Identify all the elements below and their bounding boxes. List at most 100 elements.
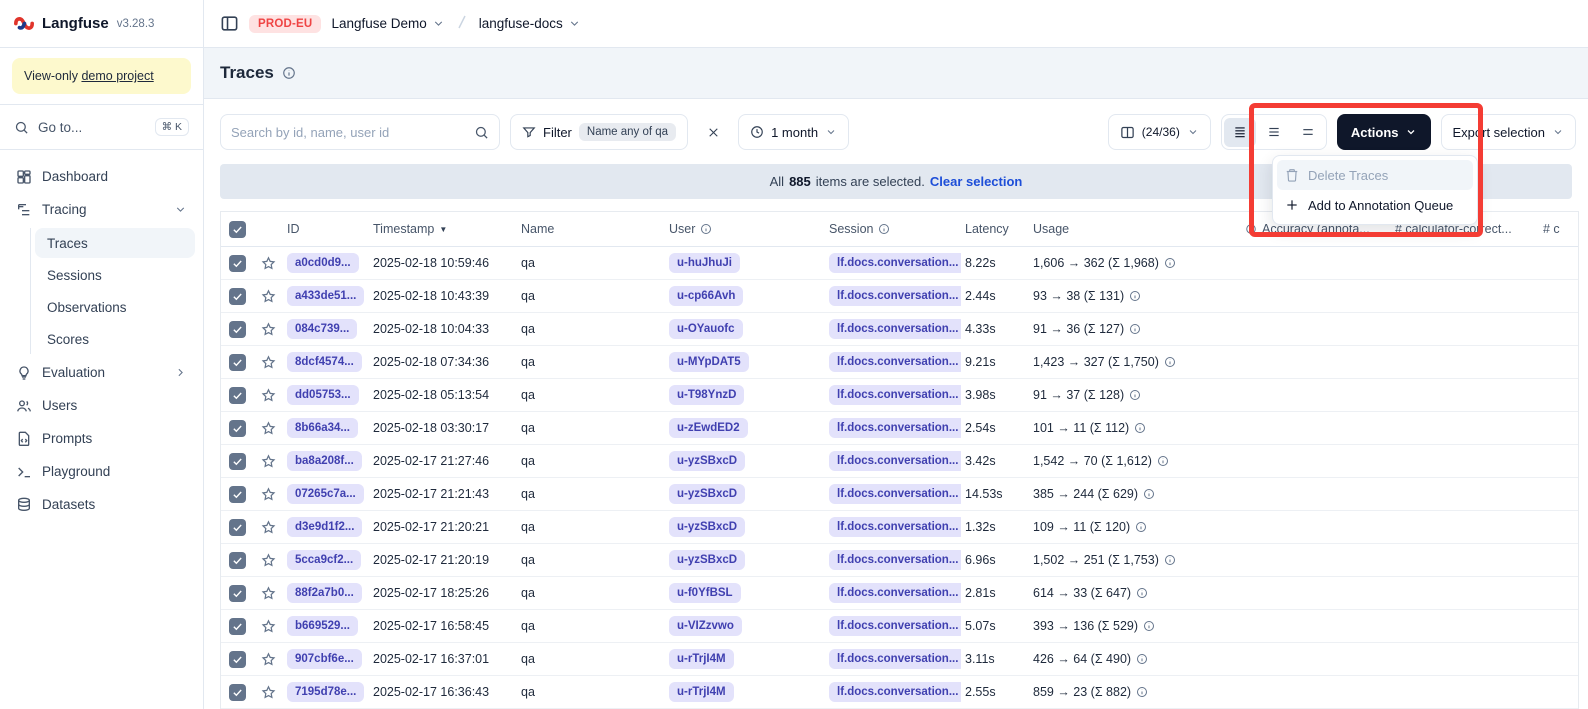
- user-badge[interactable]: u-T98YnzD: [669, 385, 744, 405]
- info-icon[interactable]: [1164, 356, 1176, 368]
- sidebar-item-traces[interactable]: Traces: [35, 228, 195, 258]
- time-range-select[interactable]: 1 month: [738, 114, 849, 150]
- info-icon[interactable]: [1164, 257, 1176, 269]
- column-header-extra-score[interactable]: # c: [1539, 222, 1580, 236]
- info-icon[interactable]: [1134, 422, 1146, 434]
- session-badge[interactable]: lf.docs.conversation...: [829, 616, 961, 636]
- star-icon[interactable]: [261, 619, 276, 634]
- info-icon[interactable]: [1164, 554, 1176, 566]
- goto-search[interactable]: Go to... ⌘ K: [0, 105, 203, 149]
- session-badge[interactable]: lf.docs.conversation...: [829, 550, 961, 570]
- user-badge[interactable]: u-yzSBxcD: [669, 484, 745, 504]
- star-icon[interactable]: [261, 487, 276, 502]
- sidebar-item-datasets[interactable]: Datasets: [8, 488, 195, 521]
- info-icon[interactable]: [1143, 488, 1155, 500]
- user-badge[interactable]: u-yzSBxcD: [669, 550, 745, 570]
- column-header-session[interactable]: Session: [825, 222, 961, 236]
- sidebar-item-observations[interactable]: Observations: [35, 292, 195, 322]
- user-badge[interactable]: u-yzSBxcD: [669, 517, 745, 537]
- table-row[interactable]: 084c739... 2025-02-18 10:04:33 qa u-OYau…: [221, 313, 1578, 346]
- table-row[interactable]: 8dcf4574... 2025-02-18 07:34:36 qa u-MYp…: [221, 346, 1578, 379]
- trace-id-badge[interactable]: dd05753...: [287, 385, 359, 405]
- star-icon[interactable]: [261, 553, 276, 568]
- filter-button[interactable]: Filter Name any of qa: [510, 114, 688, 150]
- table-row[interactable]: 907cbf6e... 2025-02-17 16:37:01 qa u-rTr…: [221, 643, 1578, 676]
- clear-filter-button[interactable]: [698, 114, 728, 150]
- export-selection-button[interactable]: Export selection: [1441, 114, 1577, 150]
- info-icon[interactable]: [700, 223, 712, 235]
- info-icon[interactable]: [1136, 587, 1148, 599]
- row-height-medium-button[interactable]: [1258, 118, 1290, 147]
- column-header-user[interactable]: User: [665, 222, 825, 236]
- info-icon[interactable]: [1136, 686, 1148, 698]
- row-checkbox[interactable]: [229, 486, 246, 503]
- table-row[interactable]: 7195d78e... 2025-02-17 16:36:43 qa u-rTr…: [221, 676, 1578, 709]
- trace-id-badge[interactable]: b669529...: [287, 616, 358, 636]
- info-icon[interactable]: [1143, 620, 1155, 632]
- user-badge[interactable]: u-MYpDAT5: [669, 352, 749, 372]
- user-badge[interactable]: u-rTrjI4M: [669, 649, 734, 669]
- table-row[interactable]: a0cd0d9... 2025-02-18 10:59:46 qa u-huJh…: [221, 247, 1578, 280]
- user-badge[interactable]: u-huJhuJi: [669, 253, 740, 273]
- breadcrumb-org[interactable]: Langfuse Demo: [331, 16, 444, 31]
- session-badge[interactable]: lf.docs.conversation...: [829, 418, 961, 438]
- session-badge[interactable]: lf.docs.conversation...: [829, 649, 961, 669]
- user-badge[interactable]: u-OYauofc: [669, 319, 743, 339]
- table-row[interactable]: d3e9d1f2... 2025-02-17 21:20:21 qa u-yzS…: [221, 511, 1578, 544]
- info-icon[interactable]: [1129, 290, 1141, 302]
- column-header-id[interactable]: ID: [283, 222, 369, 236]
- session-badge[interactable]: lf.docs.conversation...: [829, 484, 961, 504]
- user-badge[interactable]: u-rTrjI4M: [669, 682, 734, 702]
- trace-id-badge[interactable]: ba8a208f...: [287, 451, 362, 471]
- star-icon[interactable]: [261, 355, 276, 370]
- menu-item-delete-traces[interactable]: Delete Traces: [1277, 160, 1473, 190]
- row-checkbox[interactable]: [229, 651, 246, 668]
- table-row[interactable]: ba8a208f... 2025-02-17 21:27:46 qa u-yzS…: [221, 445, 1578, 478]
- search-icon[interactable]: [474, 125, 489, 140]
- trace-id-badge[interactable]: d3e9d1f2...: [287, 517, 362, 537]
- row-checkbox[interactable]: [229, 420, 246, 437]
- table-row[interactable]: 07265c7a... 2025-02-17 21:21:43 qa u-yzS…: [221, 478, 1578, 511]
- search-input[interactable]: [231, 125, 474, 140]
- user-badge[interactable]: u-cp66Avh: [669, 286, 743, 306]
- table-row[interactable]: dd05753... 2025-02-18 05:13:54 qa u-T98Y…: [221, 379, 1578, 412]
- trace-id-badge[interactable]: 88f2a7b0...: [287, 583, 362, 603]
- star-icon[interactable]: [261, 256, 276, 271]
- sidebar-item-evaluation[interactable]: Evaluation: [8, 356, 195, 389]
- user-badge[interactable]: u-zEwdED2: [669, 418, 748, 438]
- star-icon[interactable]: [261, 322, 276, 337]
- trace-id-badge[interactable]: 7195d78e...: [287, 682, 364, 702]
- row-checkbox[interactable]: [229, 354, 246, 371]
- row-checkbox[interactable]: [229, 552, 246, 569]
- row-checkbox[interactable]: [229, 585, 246, 602]
- session-badge[interactable]: lf.docs.conversation...: [829, 517, 961, 537]
- clear-selection-link[interactable]: Clear selection: [930, 174, 1023, 189]
- info-icon[interactable]: [1129, 323, 1141, 335]
- row-checkbox[interactable]: [229, 288, 246, 305]
- session-badge[interactable]: lf.docs.conversation...: [829, 583, 961, 603]
- trace-id-badge[interactable]: 5cca9cf2...: [287, 550, 361, 570]
- panel-left-icon[interactable]: [220, 14, 239, 33]
- demo-project-link[interactable]: demo project: [81, 69, 153, 83]
- star-icon[interactable]: [261, 586, 276, 601]
- table-row[interactable]: 5cca9cf2... 2025-02-17 21:20:19 qa u-yzS…: [221, 544, 1578, 577]
- star-icon[interactable]: [261, 289, 276, 304]
- trace-id-badge[interactable]: a0cd0d9...: [287, 253, 359, 273]
- row-checkbox[interactable]: [229, 321, 246, 338]
- info-icon[interactable]: [1157, 455, 1169, 467]
- trace-id-badge[interactable]: a433de51...: [287, 286, 364, 306]
- session-badge[interactable]: lf.docs.conversation...: [829, 319, 961, 339]
- user-badge[interactable]: u-f0YfBSL: [669, 583, 741, 603]
- actions-button[interactable]: Actions: [1337, 114, 1431, 150]
- star-icon[interactable]: [261, 652, 276, 667]
- breadcrumb-project[interactable]: langfuse-docs: [479, 16, 581, 31]
- sidebar-item-scores[interactable]: Scores: [35, 324, 195, 354]
- row-checkbox[interactable]: [229, 519, 246, 536]
- star-icon[interactable]: [261, 520, 276, 535]
- session-badge[interactable]: lf.docs.conversation...: [829, 682, 961, 702]
- table-row[interactable]: b669529... 2025-02-17 16:58:45 qa u-VIZz…: [221, 610, 1578, 643]
- row-checkbox[interactable]: [229, 387, 246, 404]
- sidebar-item-tracing[interactable]: Tracing: [8, 193, 195, 226]
- column-header-timestamp[interactable]: Timestamp▼: [369, 222, 517, 236]
- column-header-usage[interactable]: Usage: [1029, 222, 1241, 236]
